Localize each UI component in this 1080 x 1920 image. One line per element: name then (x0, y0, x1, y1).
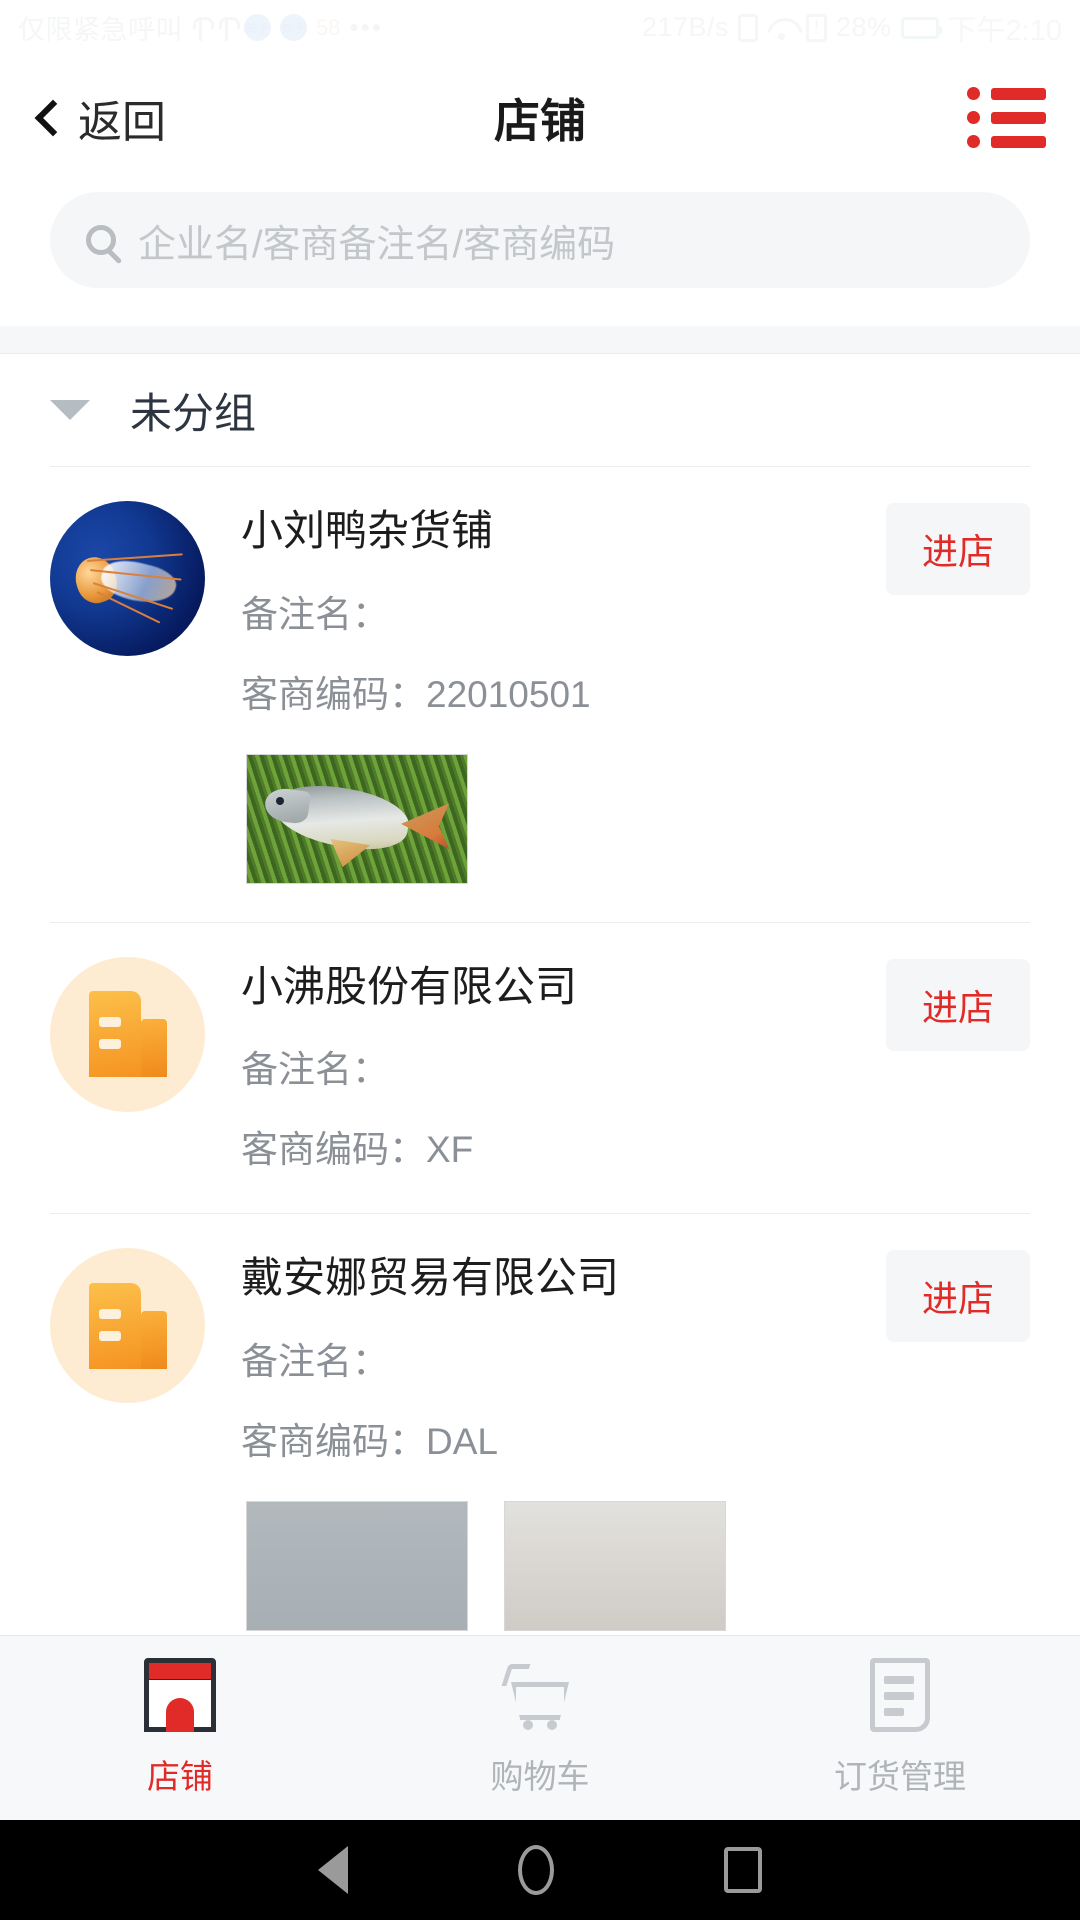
gray-product-photo-b (505, 1501, 725, 1630)
list-menu-icon[interactable] (967, 87, 1046, 148)
avatar (50, 1248, 205, 1403)
store-info: 小沸股份有限公司 备注名： 客商编码：XF (241, 957, 850, 1174)
list-menu-row (967, 87, 1046, 100)
enter-store-button[interactable]: 进店 (885, 1250, 1030, 1342)
app-badge-icon: 知乎 (244, 14, 271, 41)
store-row-top: 小刘鸭杂货铺 备注名： 客商编码：22010501 进店 (50, 501, 1030, 718)
vibrate-icon (738, 13, 758, 42)
store-remark-name: 备注名： (241, 1049, 389, 1090)
list-menu-row (967, 135, 1046, 148)
store-list-item[interactable]: 小刘鸭杂货铺 备注名： 客商编码：22010501 进店 (0, 467, 1080, 922)
home-circle-icon[interactable] (518, 1845, 554, 1895)
store-code-label: 客商编码： (241, 673, 426, 715)
store-row-top: 戴安娜贸易有限公司 备注名： 客商编码：DAL 进店 (50, 1248, 1030, 1465)
store-remark-name: 备注名： (241, 1340, 389, 1382)
store-row-top: 小沸股份有限公司 备注名： 客商编码：XF 进店 (50, 956, 1030, 1174)
overflow-dots-icon: ••• (349, 12, 383, 42)
store-code: 客商编码：XF (241, 1119, 850, 1173)
store-code-value: XF (426, 1129, 474, 1170)
store-code: 客商编码：22010501 (241, 664, 850, 718)
tab-store[interactable]: 店铺 (0, 1658, 360, 1798)
app-badge-icon: 知乎 (280, 14, 307, 41)
store-code-label: 客商编码： (241, 1420, 426, 1462)
status-bar-right: 217B/s 28% 下午2:10 (642, 7, 1062, 49)
app-header: 返回 店铺 (0, 55, 1080, 180)
battery-icon (900, 16, 942, 39)
carrier-label: 仅限紧急呼叫 (18, 15, 183, 45)
tab-cart[interactable]: 购物车 (360, 1658, 720, 1798)
search-input[interactable]: 企业名/客商备注名/客商编码 (138, 213, 615, 268)
store-code-value: DAL (426, 1420, 498, 1462)
fish-product-photo (247, 754, 467, 883)
enter-store-button[interactable]: 进店 (885, 958, 1030, 1051)
battery-percent-label: 28% (836, 12, 892, 42)
group-header-label: 未分组 (130, 389, 257, 437)
back-button-label: 返回 (78, 97, 166, 147)
recents-square-icon[interactable] (724, 1847, 762, 1893)
usb-icon (192, 15, 214, 41)
network-speed-label: 217B/s (641, 12, 729, 42)
list-menu-row (967, 111, 1046, 124)
store-list-item[interactable]: 小沸股份有限公司 备注名： 客商编码：XF 进店 (0, 922, 1080, 1213)
product-thumbnail[interactable] (246, 753, 468, 884)
sim-alert-icon (806, 13, 827, 42)
enter-store-button[interactable]: 进店 (885, 503, 1030, 595)
product-thumbnail[interactable] (246, 1500, 468, 1631)
caret-down-icon[interactable] (50, 400, 90, 420)
building-icon (50, 1248, 205, 1403)
group-header-ungrouped[interactable]: 未分组 (0, 354, 1080, 466)
product-thumbnails (50, 718, 1030, 922)
usb-icon (218, 15, 240, 41)
avatar (50, 501, 205, 656)
tab-cart-label: 购物车 (490, 1758, 590, 1795)
shopping-cart-icon (501, 1658, 577, 1732)
wifi-icon (767, 16, 797, 40)
chevron-left-icon (34, 99, 72, 136)
store-code-label: 客商编码： (241, 1129, 426, 1170)
status-bar: 仅限紧急呼叫 知乎 知乎 58 ••• 217B/s 28% 下午2:10 (0, 0, 1080, 55)
status-bar-left: 仅限紧急呼叫 知乎 知乎 58 ••• (18, 8, 383, 47)
store-info: 戴安娜贸易有限公司 备注名： 客商编码：DAL (241, 1248, 850, 1465)
store-name: 戴安娜贸易有限公司 (241, 1254, 620, 1301)
bottom-tab-bar: 店铺 购物车 订货管理 (0, 1635, 1080, 1820)
storefront-icon (144, 1658, 216, 1732)
store-code-value: 22010501 (426, 673, 591, 715)
tab-store-label: 店铺 (147, 1758, 213, 1795)
store-list-item[interactable]: 戴安娜贸易有限公司 备注名： 客商编码：DAL 进店 (0, 1214, 1080, 1669)
back-button[interactable]: 返回 (34, 86, 166, 150)
search-bar[interactable]: 企业名/客商备注名/客商编码 (50, 192, 1030, 288)
jellyfish-photo-icon (50, 501, 205, 656)
back-triangle-icon[interactable] (318, 1846, 348, 1894)
search-icon (86, 225, 116, 255)
section-separator (0, 326, 1080, 354)
clock-label: 下午2:10 (947, 14, 1062, 47)
document-list-icon (870, 1658, 930, 1732)
tab-order-management-label: 订货管理 (834, 1758, 966, 1795)
avatar (50, 956, 205, 1112)
building-icon (50, 956, 205, 1112)
store-remark-name: 备注名： (241, 593, 389, 635)
store-name: 小沸股份有限公司 (241, 962, 578, 1010)
product-thumbnail[interactable] (504, 1500, 726, 1631)
search-section: 企业名/客商备注名/客商编码 (0, 180, 1080, 326)
tab-order-management[interactable]: 订货管理 (720, 1658, 1080, 1798)
gray-product-photo-a (247, 1501, 467, 1630)
notification-count: 58 (316, 14, 341, 40)
android-navigation-bar (0, 1820, 1080, 1920)
store-info: 小刘鸭杂货铺 备注名： 客商编码：22010501 (241, 501, 850, 718)
store-code: 客商编码：DAL (241, 1411, 850, 1465)
store-name: 小刘鸭杂货铺 (241, 507, 494, 554)
